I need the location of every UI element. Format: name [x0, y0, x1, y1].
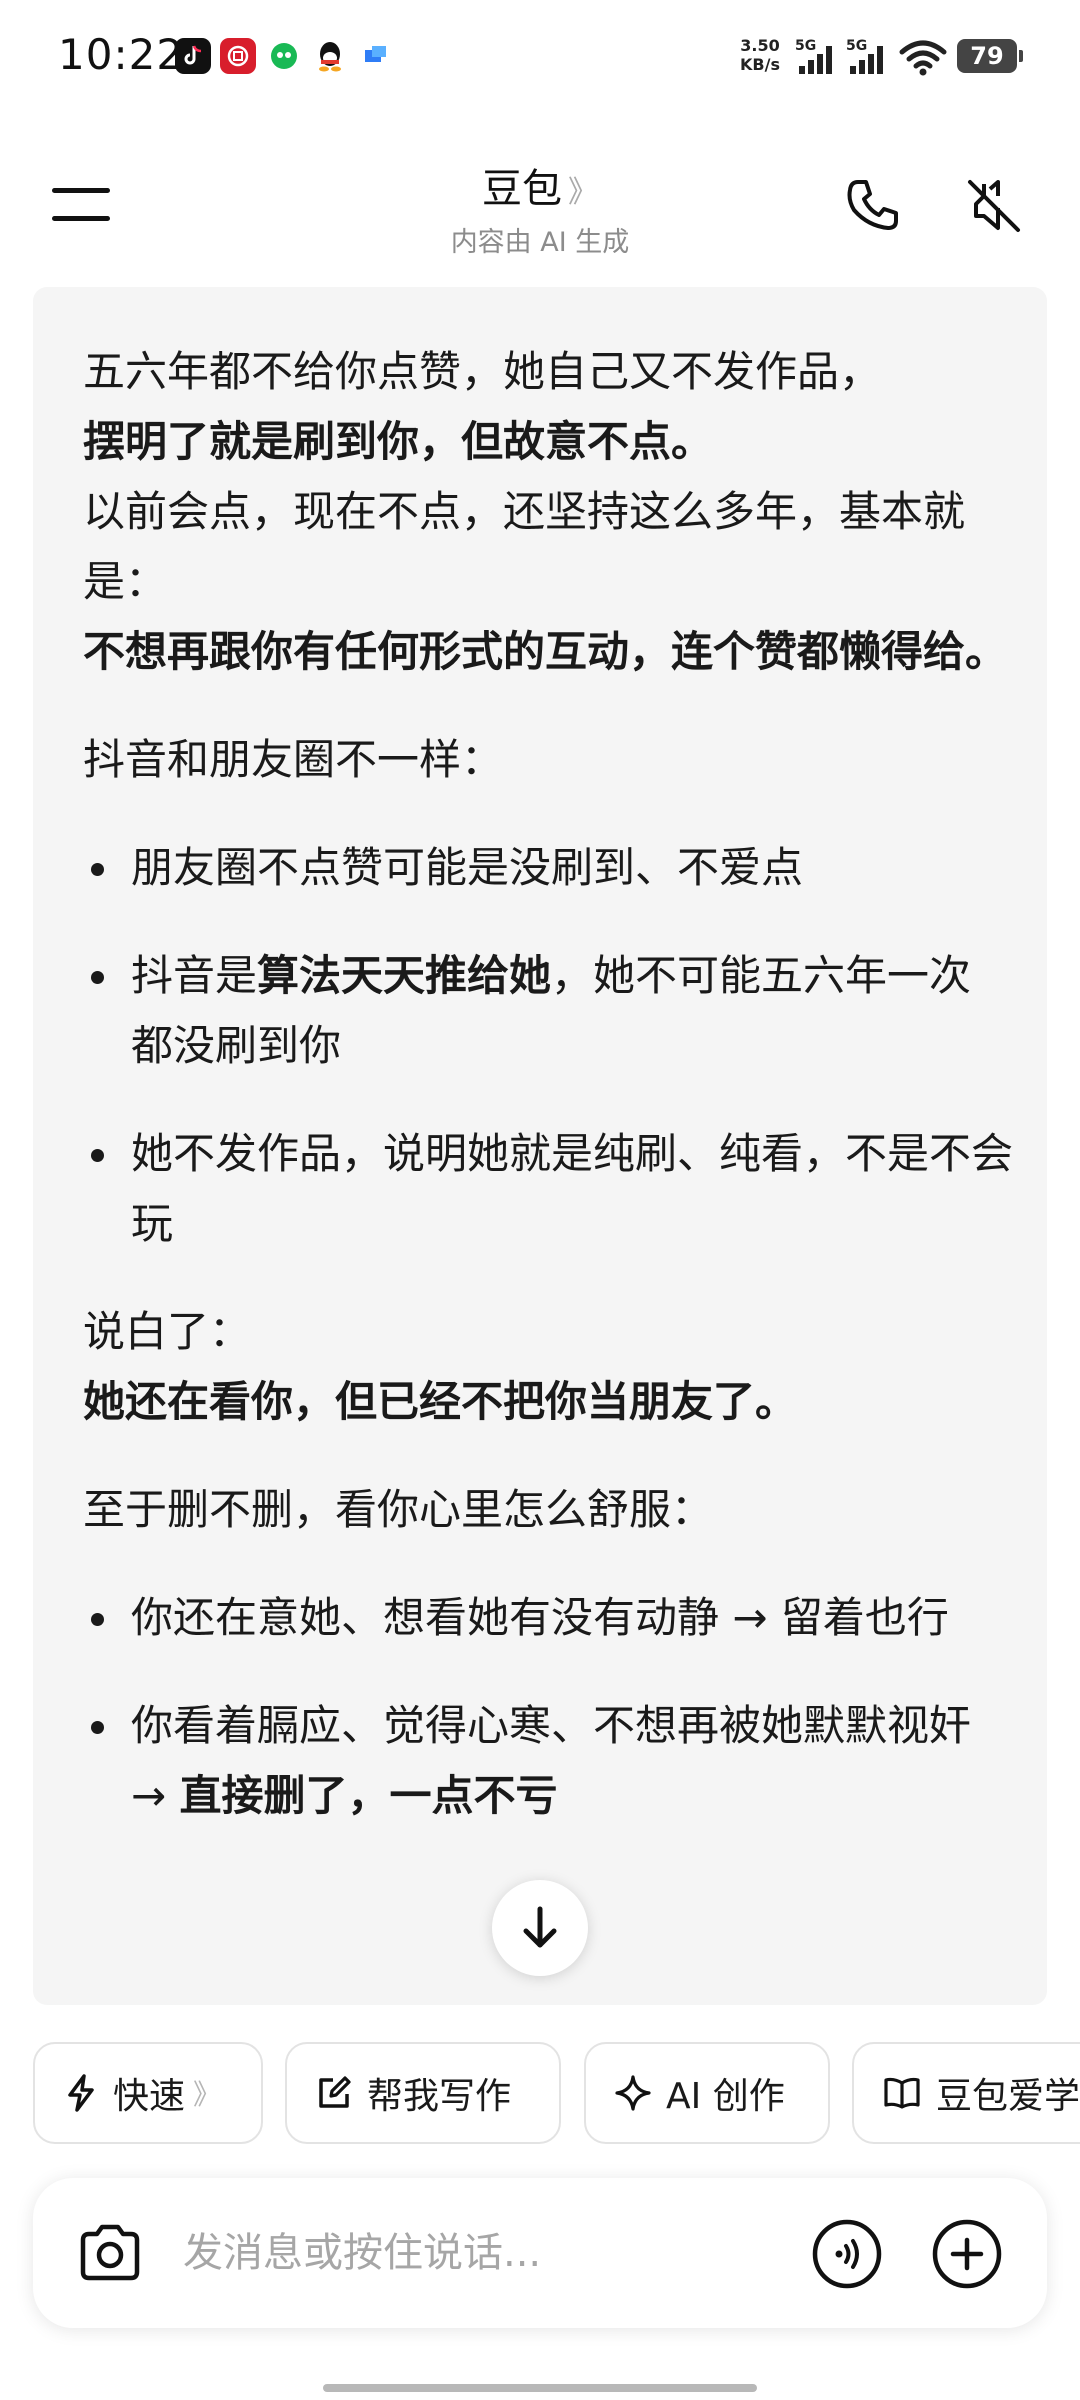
quick-actions-bar: 快速 》 帮我写作 AI 创作 豆包爱学 — [0, 2042, 1080, 2144]
chevron-right-icon: 》 — [193, 2078, 222, 2111]
voice-call-icon[interactable] — [811, 2218, 883, 2290]
bullet-list: 朋友圈不点赞可能是没刷到、不爱点 抖音是算法天天推给她，她不可能五六年一次都没刷… — [83, 833, 1013, 1259]
quick-action-label: 帮我写作 — [367, 2076, 512, 2117]
list-item-text: 朋友圈不点赞可能是没刷到、不爱点 — [131, 843, 804, 892]
arrow-down-icon — [523, 1906, 557, 1948]
list-item: 你看着膈应、觉得心寒、不想再被她默默视奸 → 直接删了，一点不亏 — [83, 1691, 1013, 1831]
status-bar: 10:22 3.50 KB/s 5G 5G 79 — [0, 0, 1080, 115]
network-speed: 3.50 KB/s — [733, 36, 787, 74]
lightning-icon — [68, 2074, 94, 2112]
chat-title-row: 豆包》 — [340, 156, 740, 214]
quick-action-writing[interactable]: 帮我写作 — [285, 2042, 561, 2144]
app-green-icon — [266, 38, 302, 74]
menu-icon[interactable] — [52, 188, 110, 228]
message-text: 至于删不删，看你心里怎么舒服： — [83, 1485, 714, 1534]
message-text-bold: 她还在看你，但已经不把你当朋友了。 — [83, 1377, 798, 1426]
speaker-mute-icon[interactable] — [962, 174, 1024, 236]
message-input-bar — [33, 2178, 1047, 2328]
list-item-text: 抖音是 — [131, 951, 258, 1000]
book-icon — [884, 2077, 920, 2109]
status-time: 10:22 — [58, 30, 185, 79]
edit-icon — [319, 2076, 351, 2108]
camera-icon[interactable] — [75, 2218, 145, 2288]
list-item: 朋友圈不点赞可能是没刷到、不爱点 — [83, 833, 1013, 903]
net-speed-unit: KB/s — [740, 55, 780, 74]
bullet-list: 你还在意她、想看她有没有动静 → 留着也行 你看着膈应、觉得心寒、不想再被她默默… — [83, 1583, 1013, 1831]
chat-header: 豆包》 内容由 AI 生成 — [0, 140, 1080, 270]
quick-action-label: 豆包爱学 — [936, 2076, 1080, 2117]
chat-title-area[interactable]: 豆包》 内容由 AI 生成 — [340, 156, 740, 259]
list-item: 她不发作品，说明她就是纯刷、纯看，不是不会玩 — [83, 1119, 1013, 1259]
ai-message-bubble: 五六年都不给你点赞，她自己又不发作品， 摆明了就是刷到你，但故意不点。 以前会点… — [33, 287, 1047, 2005]
list-item: 你还在意她、想看她有没有动静 → 留着也行 — [83, 1583, 1013, 1653]
chat-title: 豆包 — [482, 166, 562, 212]
message-text: 抖音和朋友圈不一样： — [83, 735, 504, 784]
quick-action-learn[interactable]: 豆包爱学 — [852, 2042, 1080, 2144]
battery-indicator: 79 — [957, 39, 1023, 73]
ai-disclaimer: 内容由 AI 生成 — [450, 227, 630, 258]
home-indicator[interactable] — [323, 2384, 757, 2392]
message-text: 五六年都不给你点赞，她自己又不发作品， — [83, 347, 882, 396]
list-item-bold: 直接删了，一点不亏 — [179, 1771, 558, 1820]
douyin-icon — [175, 38, 211, 74]
quick-action-ai-create[interactable]: AI 创作 — [584, 2042, 830, 2144]
wifi-icon — [898, 38, 948, 78]
chevron-right-icon: 》 — [568, 175, 598, 210]
message-input[interactable] — [183, 2223, 663, 2283]
message-text: 说白了： — [83, 1307, 252, 1356]
app-red-icon — [220, 38, 256, 74]
net-speed-value: 3.50 — [740, 36, 780, 55]
message-text-bold: 摆明了就是刷到你，但故意不点。 — [83, 417, 714, 466]
message-body: 五六年都不给你点赞，她自己又不发作品， 摆明了就是刷到你，但故意不点。 以前会点… — [83, 337, 1013, 1869]
signal-1-icon: 5G — [795, 38, 839, 78]
qq-icon — [312, 38, 348, 74]
plus-icon[interactable] — [931, 2218, 1003, 2290]
list-item-bold: 算法天天推给她 — [257, 951, 552, 1000]
list-item-text: 她不发作品，说明她就是纯刷、纯看，不是不会玩 — [131, 1129, 1014, 1248]
signal-2-icon: 5G — [846, 38, 890, 78]
list-item: 抖音是算法天天推给她，她不可能五六年一次都没刷到你 — [83, 941, 1013, 1081]
app-blue-icon — [358, 38, 394, 74]
sparkle-icon — [615, 2075, 651, 2111]
message-text: 以前会点，现在不点，还坚持这么多年，基本就是： — [83, 487, 966, 606]
quick-action-label: AI 创作 — [666, 2076, 785, 2117]
quick-action-fast[interactable]: 快速 》 — [33, 2042, 263, 2144]
message-text-bold: 不想再跟你有任何形式的互动，连个赞都懒得给。 — [83, 627, 1008, 676]
quick-action-label: 快速 — [113, 2076, 186, 2117]
scroll-to-bottom-button[interactable] — [492, 1880, 588, 1976]
list-item-text: 你还在意她、想看她有没有动静 → 留着也行 — [131, 1593, 949, 1642]
phone-icon[interactable] — [842, 174, 904, 236]
